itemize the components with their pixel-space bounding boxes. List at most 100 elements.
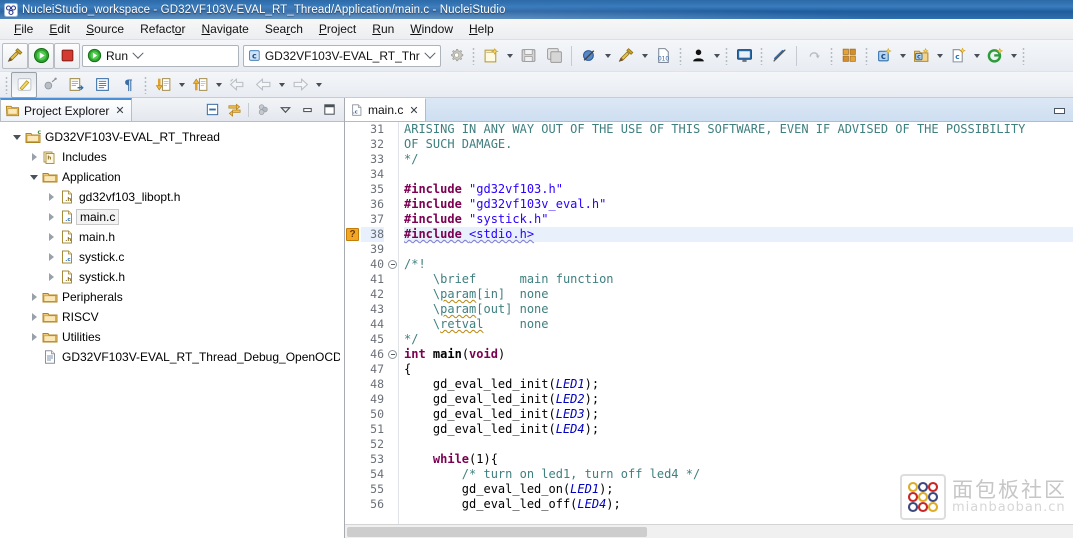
code-line[interactable]	[404, 437, 1073, 452]
chevron-right-icon[interactable]	[44, 187, 58, 207]
tree-item[interactable]: RISCV	[0, 307, 344, 327]
code-line[interactable]	[404, 167, 1073, 182]
chevron-right-icon[interactable]	[44, 247, 58, 267]
back-history-button[interactable]	[224, 72, 250, 98]
code-line[interactable]: OF SUCH DAMAGE.	[404, 137, 1073, 152]
chevron-down-icon[interactable]	[420, 52, 440, 60]
chevron-down-icon[interactable]	[10, 127, 24, 147]
warning-marker-icon[interactable]: ?	[346, 228, 359, 241]
filters-icon[interactable]	[253, 100, 273, 120]
scrollbar-thumb[interactable]	[347, 527, 647, 537]
tree-item[interactable]: Utilities	[0, 327, 344, 347]
chevron-right-icon[interactable]	[27, 327, 41, 347]
chevron-down-icon[interactable]	[27, 167, 41, 187]
close-icon[interactable]: ✕	[115, 104, 124, 117]
open-declaration-button[interactable]	[63, 72, 89, 98]
forward-button[interactable]	[287, 72, 313, 98]
code-line[interactable]: \brief main function	[404, 272, 1073, 287]
menu-source[interactable]: Source	[78, 20, 132, 38]
code-line[interactable]: gd_eval_led_init(LED2);	[404, 392, 1073, 407]
new-gear-button[interactable]	[982, 43, 1008, 69]
save-all-button[interactable]	[541, 43, 567, 69]
menu-search[interactable]: Search	[257, 20, 311, 38]
new-wizard-dropdown[interactable]	[504, 43, 515, 69]
new-c-project-dropdown[interactable]	[934, 43, 945, 69]
close-icon[interactable]: ✕	[409, 104, 418, 117]
new-c-file-dropdown[interactable]	[971, 43, 982, 69]
open-terminal-button[interactable]	[731, 43, 757, 69]
block-selection-button[interactable]	[89, 72, 115, 98]
chevron-right-icon[interactable]	[27, 287, 41, 307]
build-button[interactable]	[2, 42, 28, 69]
tree-item[interactable]: GD32VF103V-EVAL_RT_Thread_Debug_OpenOCD	[0, 347, 344, 367]
tree-item[interactable]: Application	[0, 167, 344, 187]
menu-help[interactable]: Help	[461, 20, 502, 38]
new-c-project-button[interactable]: c	[908, 43, 934, 69]
tree-item[interactable]: h Includes	[0, 147, 344, 167]
toolbar-grip[interactable]	[144, 75, 147, 94]
code-line[interactable]: #include "gd32vf103v_eval.h"	[404, 197, 1073, 212]
code-line[interactable]: #include "systick.h"	[404, 212, 1073, 227]
new-wizard-button[interactable]	[478, 43, 504, 69]
chevron-right-icon[interactable]	[44, 227, 58, 247]
toolbar-grip[interactable]	[865, 46, 868, 65]
code-line[interactable]: {	[404, 362, 1073, 377]
code-line[interactable]: while(1){	[404, 452, 1073, 467]
chevron-right-icon[interactable]	[27, 147, 41, 167]
fold-collapse-icon[interactable]	[388, 350, 397, 359]
code-line[interactable]: gd_eval_led_init(LED4);	[404, 422, 1073, 437]
code-line[interactable]: */	[404, 332, 1073, 347]
toolbar-grip[interactable]	[760, 46, 763, 65]
open-perspective-button[interactable]	[836, 43, 862, 69]
link-with-editor-icon[interactable]	[224, 100, 244, 120]
tree-item[interactable]: .h systick.h	[0, 267, 344, 287]
run-mode-combo[interactable]: Run	[82, 44, 239, 67]
run-button[interactable]	[28, 42, 54, 69]
code-line[interactable]	[404, 242, 1073, 257]
toolbar-grip[interactable]	[679, 46, 682, 65]
build-file-button[interactable]: 010	[650, 43, 676, 69]
chevron-down-icon[interactable]	[128, 52, 148, 60]
tree-item[interactable]: .h main.h	[0, 227, 344, 247]
view-menu-icon[interactable]	[275, 100, 295, 120]
undo-refactor-button[interactable]	[801, 43, 827, 69]
stop-button[interactable]	[54, 42, 80, 69]
chevron-right-icon[interactable]	[44, 207, 58, 227]
next-annotation-dropdown[interactable]	[176, 72, 187, 98]
forward-dropdown[interactable]	[313, 72, 324, 98]
toggle-ansi-button[interactable]	[37, 72, 63, 98]
code-line[interactable]: ARISING IN ANY WAY OUT OF THE USE OF THI…	[404, 122, 1073, 137]
chevron-right-icon[interactable]	[44, 267, 58, 287]
code-line[interactable]: #include <stdio.h>	[404, 227, 1073, 242]
new-c-class-dropdown[interactable]	[897, 43, 908, 69]
menu-bar[interactable]: File Edit Source Refactor Navigate Searc…	[0, 19, 1073, 40]
editor-marker-column[interactable]: ?	[345, 122, 361, 524]
show-whitespace-button[interactable]: ¶	[115, 72, 141, 98]
chevron-right-icon[interactable]	[27, 307, 41, 327]
code-line[interactable]: gd_eval_led_off(LED4);	[404, 497, 1073, 512]
maximize-icon[interactable]	[319, 100, 339, 120]
debug-dropdown[interactable]	[711, 43, 722, 69]
tab-project-explorer[interactable]: Project Explorer ✕	[0, 98, 132, 121]
editor-source-text[interactable]: ARISING IN ANY WAY OUT OF THE USE OF THI…	[399, 122, 1073, 524]
collapse-all-icon[interactable]	[202, 100, 222, 120]
tree-item[interactable]: .c main.c	[0, 207, 344, 227]
minimize-icon[interactable]	[1051, 102, 1067, 118]
editor-horizontal-scrollbar[interactable]	[345, 524, 1073, 538]
code-line[interactable]: \param[in] none	[404, 287, 1073, 302]
menu-navigate[interactable]: Navigate	[193, 20, 256, 38]
fold-collapse-icon[interactable]	[388, 260, 397, 269]
code-editor[interactable]: ? 31 32 33 34 35 36 37 38 39 40 41 42 43 44 45 46 47 48 49…	[345, 122, 1073, 524]
next-annotation-button[interactable]	[150, 72, 176, 98]
minimize-icon[interactable]	[297, 100, 317, 120]
debug-configurations-button[interactable]	[685, 43, 711, 69]
code-line[interactable]: */	[404, 152, 1073, 167]
menu-refactor[interactable]: Refactor	[132, 20, 193, 38]
skip-breakpoints-button[interactable]	[576, 43, 602, 69]
code-line[interactable]: int main(void)	[404, 347, 1073, 362]
code-line[interactable]: #include "gd32vf103.h"	[404, 182, 1073, 197]
tree-item[interactable]: .h gd32vf103_libopt.h	[0, 187, 344, 207]
code-line[interactable]: /*!	[404, 257, 1073, 272]
toggle-markers-button[interactable]	[766, 43, 792, 69]
project-tree[interactable]: c GD32VF103V-EVAL_RT_Thread h Includes Appli…	[0, 122, 344, 538]
